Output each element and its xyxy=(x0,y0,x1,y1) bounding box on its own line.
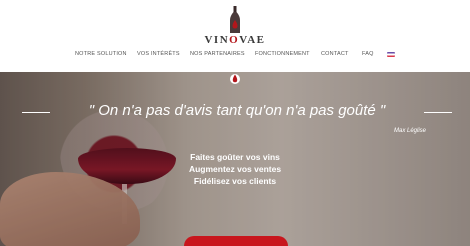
nav-item-fonctionnement[interactable]: FONCTIONNEMENT xyxy=(255,51,310,57)
brand-name: VINOVAE xyxy=(204,34,266,46)
benefit-item: Faites goûter vos vins xyxy=(190,152,280,162)
benefit-item: Augmentez vos ventes xyxy=(188,164,282,174)
quote-author: Max Léglise xyxy=(393,128,426,134)
hero-quote: " On n'a pas d'avis tant qu'on n'a pas g… xyxy=(88,102,386,119)
french-flag-icon[interactable] xyxy=(387,52,395,57)
nav-item-nos-partenaires[interactable]: NOS PARTENAIRES xyxy=(190,51,245,57)
benefit-item: Fidélisez vos clients xyxy=(193,176,277,186)
quote-divider-right xyxy=(424,112,452,113)
cta-button[interactable] xyxy=(184,236,288,246)
nav-item-contact[interactable]: CONTACT xyxy=(321,51,349,57)
benefits-list: Faites goûter vos vins Augmentez vos ven… xyxy=(170,151,300,187)
nav-item-notre-solution[interactable]: NOTRE SOLUTION xyxy=(75,51,127,57)
nav-item-vos-interets[interactable]: VOS INTÉRÊTS xyxy=(137,51,180,57)
wine-drop-icon xyxy=(230,74,240,84)
main-navigation: NOTRE SOLUTION VOS INTÉRÊTS NOS PARTENAI… xyxy=(0,51,470,63)
quote-divider-left xyxy=(22,112,50,113)
wine-bottle-logo-icon xyxy=(230,6,240,33)
nav-item-faq[interactable]: FAQ xyxy=(362,51,374,57)
site-header: VINOVAE NOTRE SOLUTION VOS INTÉRÊTS NOS … xyxy=(0,0,470,72)
